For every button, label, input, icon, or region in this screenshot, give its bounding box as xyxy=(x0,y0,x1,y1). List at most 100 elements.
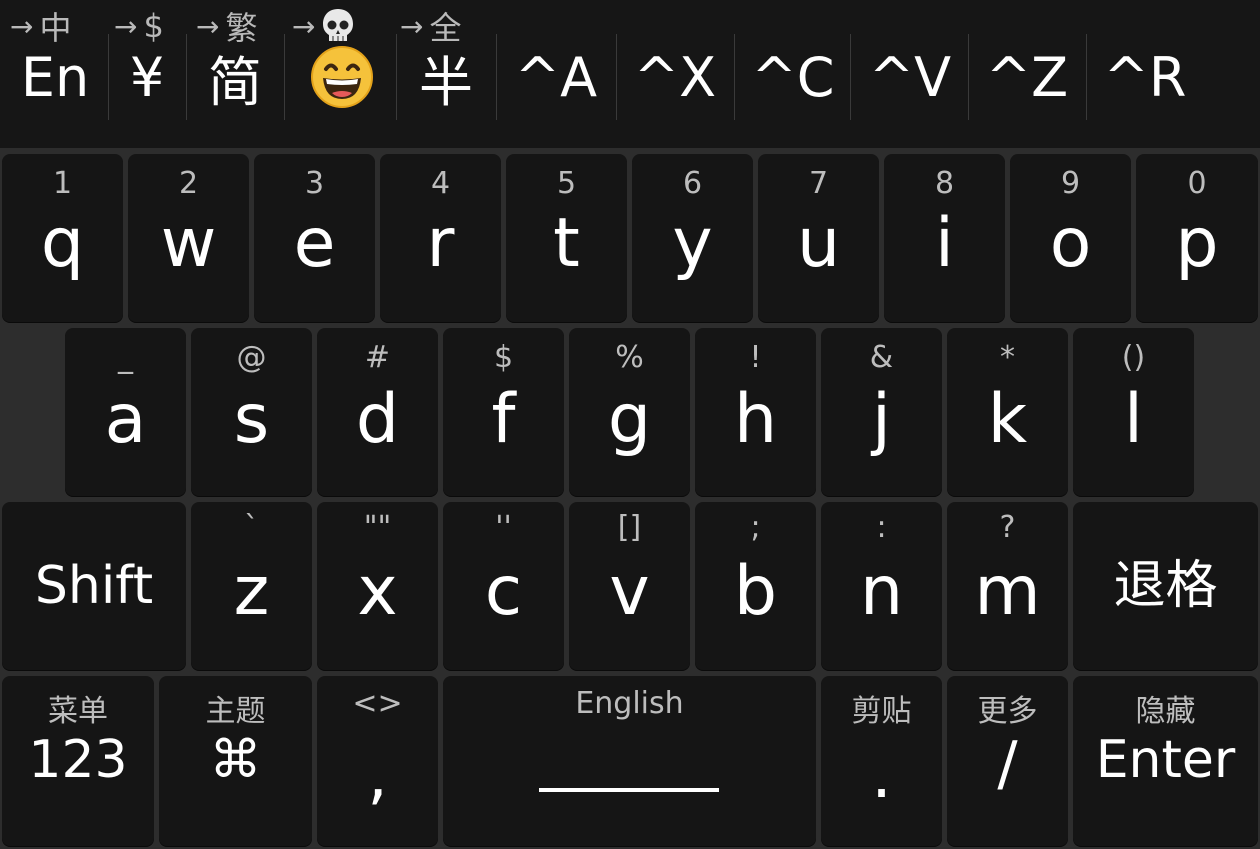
key-label: q xyxy=(40,204,85,283)
key-j[interactable]: & j xyxy=(821,328,942,496)
key-hint: : xyxy=(876,510,887,545)
key-i[interactable]: 8 i xyxy=(884,154,1005,322)
key-label: o xyxy=(1049,204,1092,283)
key-label: z xyxy=(233,552,270,631)
key-label: f xyxy=(491,380,516,459)
toolbar-divider xyxy=(616,34,617,120)
toolbar-divider xyxy=(850,34,851,120)
toolbar-currency-button[interactable]: ¥ xyxy=(112,32,182,122)
enter-key[interactable]: 隐藏 Enter xyxy=(1073,676,1258,846)
toolbar-emoji-button[interactable] xyxy=(290,32,394,122)
key-label: s xyxy=(233,380,270,459)
key-d[interactable]: # d xyxy=(317,328,438,496)
toolbar-copy-button[interactable]: ^C xyxy=(738,32,848,122)
key-hint: $ xyxy=(493,340,514,375)
key-hint: 9 xyxy=(1060,166,1081,201)
key-s[interactable]: @ s xyxy=(191,328,312,496)
key-u[interactable]: 7 u xyxy=(758,154,879,322)
key-a[interactable]: _ a xyxy=(65,328,186,496)
key-label: g xyxy=(607,380,652,459)
key-label: r xyxy=(426,204,455,283)
toolbar-cut-button[interactable]: ^X xyxy=(620,32,730,122)
toolbar-select-all-button[interactable]: ^A xyxy=(500,32,612,122)
shift-key[interactable]: Shift xyxy=(2,502,186,670)
key-label: e xyxy=(293,204,336,283)
key-g[interactable]: % g xyxy=(569,328,690,496)
key-hint: 菜单 xyxy=(48,694,108,729)
key-w[interactable]: 2 w xyxy=(128,154,249,322)
toolbar-undo-button[interactable]: ^Z xyxy=(972,32,1082,122)
toolbar-simplified-button[interactable]: 简 xyxy=(190,32,280,122)
toolbar-divider xyxy=(186,34,187,120)
key-label: l xyxy=(1124,380,1143,459)
key-label: Enter xyxy=(1095,730,1236,790)
key-hint: 隐藏 xyxy=(1135,694,1196,729)
key-hint: % xyxy=(615,340,644,375)
backspace-key[interactable]: 退格 xyxy=(1073,502,1258,670)
key-n[interactable]: : n xyxy=(821,502,942,670)
toolbar-halfwidth-button[interactable]: 半 xyxy=(400,32,492,122)
key-hint: '' xyxy=(495,510,512,545)
key-o[interactable]: 9 o xyxy=(1010,154,1131,322)
key-t[interactable]: 5 t xyxy=(506,154,627,322)
toolbar-divider xyxy=(734,34,735,120)
key-h[interactable]: ! h xyxy=(695,328,816,496)
key-p[interactable]: 0 p xyxy=(1136,154,1258,322)
command-icon: ⌘ xyxy=(209,730,262,790)
key-hint: 6 xyxy=(682,166,703,201)
key-q[interactable]: 1 q xyxy=(2,154,123,322)
key-label: m xyxy=(974,552,1041,631)
key-hint: 主题 xyxy=(205,694,266,729)
key-label: 退格 xyxy=(1113,556,1218,616)
key-c[interactable]: '' c xyxy=(443,502,564,670)
key-label: Shift xyxy=(34,556,154,616)
key-hint: [] xyxy=(617,510,642,545)
key-hint: <> xyxy=(352,686,403,721)
key-e[interactable]: 3 e xyxy=(254,154,375,322)
key-m[interactable]: ? m xyxy=(947,502,1068,670)
key-hint: 2 xyxy=(178,166,199,201)
key-label: u xyxy=(796,204,841,283)
key-hint: English xyxy=(575,686,684,721)
key-b[interactable]: ; b xyxy=(695,502,816,670)
key-l[interactable]: () l xyxy=(1073,328,1194,496)
comma-key[interactable]: <> , xyxy=(317,676,438,846)
toolbar-redo-button[interactable]: ^R xyxy=(1090,32,1200,122)
key-label: 123 xyxy=(28,730,128,790)
key-hint: ! xyxy=(749,340,762,375)
key-hint: # xyxy=(364,340,391,375)
key-label: v xyxy=(609,552,650,631)
key-label: c xyxy=(484,552,523,631)
toolbar-divider xyxy=(968,34,969,120)
key-f[interactable]: $ f xyxy=(443,328,564,496)
key-label: n xyxy=(859,552,904,631)
toolbar-divider xyxy=(396,34,397,120)
key-v[interactable]: [] v xyxy=(569,502,690,670)
key-hint: () xyxy=(1121,340,1146,375)
period-key[interactable]: 剪贴 . xyxy=(821,676,942,846)
key-hint: 3 xyxy=(304,166,325,201)
key-hint: & xyxy=(869,340,894,375)
theme-key[interactable]: 主题 ⌘ xyxy=(159,676,312,846)
key-label: h xyxy=(733,380,778,459)
key-label: d xyxy=(355,380,400,459)
toolbar-divider xyxy=(1086,34,1087,120)
key-hint: ? xyxy=(999,510,1016,545)
key-x[interactable]: "" x xyxy=(317,502,438,670)
key-z[interactable]: ` z xyxy=(191,502,312,670)
key-label: i xyxy=(935,204,954,283)
key-y[interactable]: 6 y xyxy=(632,154,753,322)
key-r[interactable]: 4 r xyxy=(380,154,501,322)
key-label: a xyxy=(104,380,147,459)
slash-key[interactable]: 更多 / xyxy=(947,676,1068,846)
key-hint: 1 xyxy=(52,166,73,201)
key-hint: 更多 xyxy=(977,694,1038,729)
toolbar-paste-button[interactable]: ^V xyxy=(854,32,966,122)
toolbar-english-button[interactable]: En xyxy=(10,32,100,122)
key-k[interactable]: * k xyxy=(947,328,1068,496)
key-hint: * xyxy=(1000,340,1015,375)
key-hint: 5 xyxy=(556,166,577,201)
key-hint: ` xyxy=(244,510,259,545)
symbols-key[interactable]: 菜单 123 xyxy=(2,676,154,846)
space-key[interactable]: English xyxy=(443,676,816,846)
